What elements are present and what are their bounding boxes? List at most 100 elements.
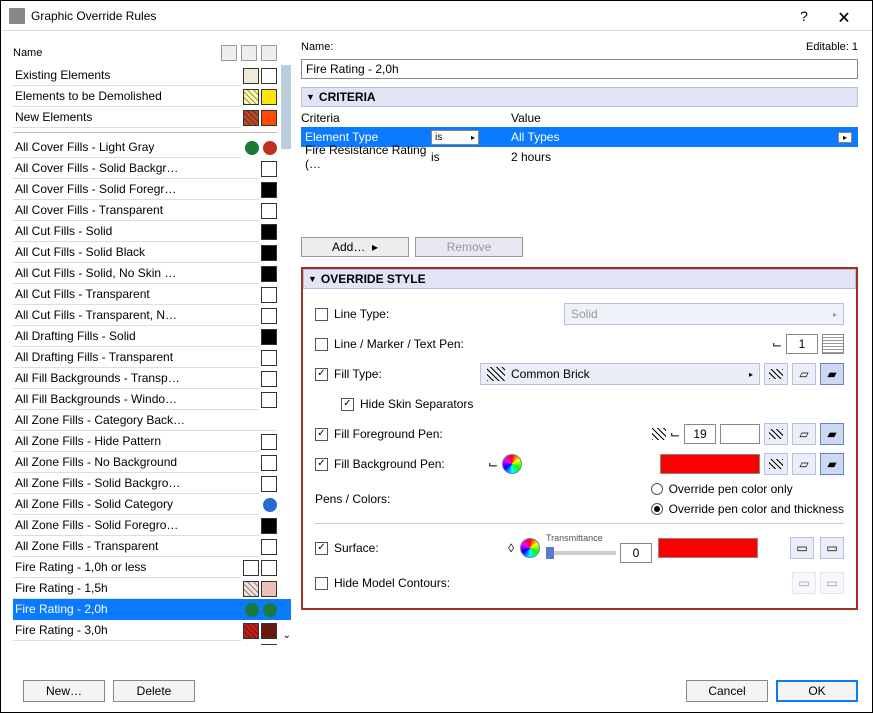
hide-skin-label: Hide Skin Separators [360,397,844,411]
delete-button[interactable]: Delete [113,680,195,702]
rule-row[interactable]: Fire Rating - 1,0h or less [13,557,291,578]
fill-fg-swatch[interactable] [720,424,760,444]
rule-row[interactable]: Existing Elements [13,65,291,86]
line-type-dropdown[interactable]: Solid▸ [564,303,844,325]
fg-scope-2[interactable]: ▱ [792,423,816,445]
surface-checkbox[interactable] [315,542,328,555]
pen-icon: ⌙ [670,427,680,441]
rule-row[interactable]: All Cover Fills - Solid Backgr… [13,158,291,179]
radio-color-thickness[interactable]: Override pen color and thickness [651,500,844,518]
cancel-button[interactable]: Cancel [686,680,768,702]
bucket-icon: ◊ [508,541,514,555]
fill-scope-1[interactable] [764,363,788,385]
header-icon-3[interactable] [261,45,277,61]
fill-type-checkbox[interactable] [315,368,328,381]
header-icon-2[interactable] [241,45,257,61]
surface-swatch[interactable] [658,538,758,558]
rule-row[interactable]: All Cover Fills - Solid Foregr… [13,179,291,200]
hide-skin-checkbox[interactable] [341,398,354,411]
rule-row[interactable]: All Cut Fills - Transparent, N… [13,305,291,326]
fill-type-label: Fill Type: [334,367,480,381]
fill-type-dropdown[interactable]: Common Brick▸ [480,363,760,385]
scroll-down-icon[interactable]: ⌄ [283,630,291,641]
fill-bg-checkbox[interactable] [315,458,328,471]
rule-row[interactable]: All Cut Fills - Solid Black [13,242,291,263]
rule-row[interactable]: All Cut Fills - Solid [13,221,291,242]
app-icon [9,8,25,24]
help-button[interactable]: ? [784,2,824,30]
rule-row[interactable]: All Cut Fills - Solid, No Skin … [13,263,291,284]
line-pen-checkbox[interactable] [315,338,328,351]
rule-row[interactable]: All Cover Fills - Transparent [13,200,291,221]
rule-row[interactable]: Fire Rating - 1,5h [13,578,291,599]
rule-row[interactable]: All Zone Fills - No Background [13,452,291,473]
pen-icon: ⌙ [772,337,782,351]
fill-scope-3[interactable]: ▰ [820,363,844,385]
rule-row[interactable]: All Zone Fills - Solid Category [13,494,291,515]
header-icon-1[interactable] [221,45,237,61]
name-label: Name: [301,41,333,53]
pen-icon: ⌙ [488,457,498,471]
transmittance-input[interactable] [620,543,652,563]
line-pen-swatch[interactable] [822,334,844,354]
criteria-row[interactable]: Fire Resistance Rating (…is2 hours [301,147,858,167]
close-button[interactable]: 🗙 [824,2,864,30]
bg-scope-2[interactable]: ▱ [792,453,816,475]
name-column-header: Name [13,47,217,59]
contour-scope-1: ▭ [792,572,816,594]
rule-row[interactable]: Fire Rating - 2,0h [13,599,291,620]
rule-row[interactable]: All Zone Fills - Solid Backgro… [13,473,291,494]
rule-list[interactable]: ⌄ Existing ElementsElements to be Demoli… [13,65,291,645]
fill-fg-label: Fill Foreground Pen: [334,427,652,441]
rule-row[interactable]: Elements to be Demolished [13,86,291,107]
bg-scope-1[interactable] [764,453,788,475]
rule-list-panel: Name ⌄ Existing ElementsElements to be D… [1,31,291,659]
fg-scope-1[interactable] [764,423,788,445]
rule-row[interactable]: All Cover Fills - Light Gray [13,137,291,158]
override-header[interactable]: ▼ OVERRIDE STYLE [303,269,856,289]
fill-bg-swatch[interactable] [660,454,760,474]
rule-row[interactable]: All Cut Fills - Transparent [13,284,291,305]
fill-scope-2[interactable]: ▱ [792,363,816,385]
line-pen-label: Line / Marker / Text Pen: [334,337,772,351]
fill-bg-label: Fill Background Pen: [334,457,488,471]
ok-button[interactable]: OK [776,680,858,702]
bg-scope-3[interactable]: ▰ [820,453,844,475]
rule-row[interactable]: All Fill Backgrounds - Transp… [13,368,291,389]
rule-row[interactable]: All Drafting Fills - Transparent [13,347,291,368]
disclosure-triangle-icon: ▼ [308,274,317,284]
disclosure-triangle-icon: ▼ [306,92,315,102]
line-type-checkbox[interactable] [315,308,328,321]
title-bar: Graphic Override Rules ? 🗙 [1,1,872,31]
rule-row[interactable]: All Zone Fills - Solid Foregro… [13,515,291,536]
scrollbar[interactable] [281,65,291,149]
line-pen-number[interactable] [786,334,818,354]
hide-model-checkbox[interactable] [315,577,328,590]
criteria-header[interactable]: ▼ CRITERIA [301,87,858,107]
rule-row[interactable]: Fire Rating - 3,0h [13,620,291,641]
surface-color-wheel[interactable] [520,538,540,558]
transmittance-label: Transmittance [546,533,652,543]
rule-row[interactable]: All Zone Fills - Hide Pattern [13,431,291,452]
add-criteria-button[interactable]: Add… ▸ [301,237,409,257]
rule-row[interactable]: All Zone Fills - Category Back… [13,410,291,431]
rule-row[interactable]: All Drafting Fills - Solid [13,326,291,347]
color-wheel-icon[interactable] [502,454,522,474]
rule-row[interactable]: All Zone Fills - Transparent [13,536,291,557]
criteria-col: Criteria [301,111,511,125]
rule-row[interactable]: New Elements [13,107,291,128]
fg-scope-3[interactable]: ▰ [820,423,844,445]
surface-scope-2[interactable]: ▭ [820,537,844,559]
radio-color-only[interactable]: Override pen color only [651,480,844,498]
surface-label: Surface: [334,541,508,555]
rule-row[interactable]: Fire Zone 1 [13,641,291,645]
criteria-rows[interactable]: Element Typeis▸All Types▸Fire Resistance… [301,127,858,167]
new-button[interactable]: New… [23,680,105,702]
fill-fg-checkbox[interactable] [315,428,328,441]
surface-scope-1[interactable]: ▭ [790,537,814,559]
rule-row[interactable]: All Fill Backgrounds - Windo… [13,389,291,410]
rule-name-input[interactable] [301,59,858,79]
fill-fg-number[interactable] [684,424,716,444]
transmittance-slider[interactable] [546,551,616,555]
editable-label: Editable: 1 [806,41,858,53]
